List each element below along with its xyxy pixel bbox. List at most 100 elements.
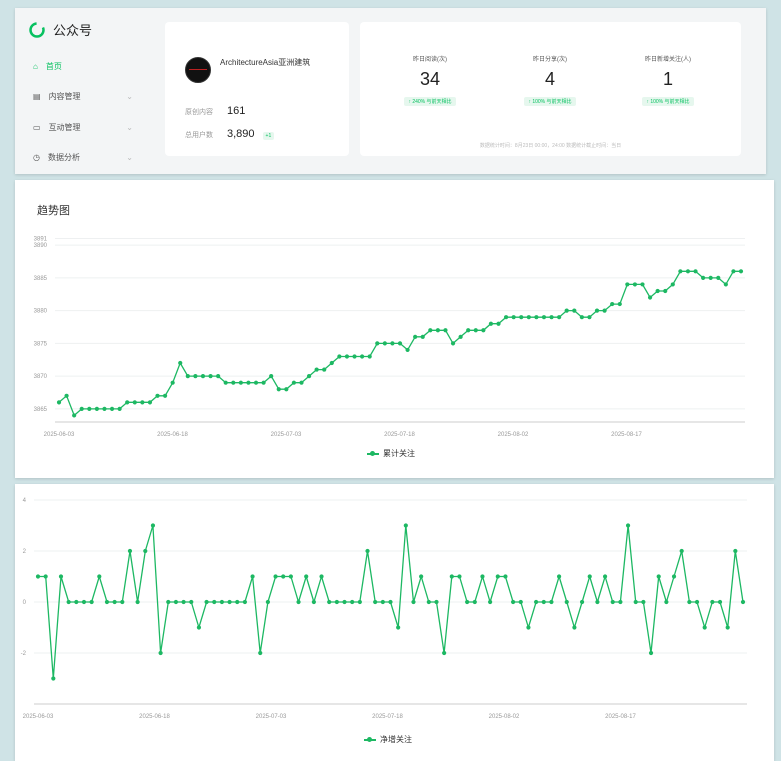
stat-new-followers[interactable]: 昨日新增关注(人) 1 ↑ 100% 与前天相比 (623, 54, 713, 108)
data-point (135, 599, 140, 605)
avatar[interactable] (185, 57, 211, 83)
data-point (258, 650, 263, 656)
x-tick-label: 2025-08-02 (489, 714, 520, 720)
data-point (405, 347, 410, 353)
data-point (223, 380, 228, 385)
data-point (367, 354, 372, 359)
data-point (231, 380, 236, 385)
sidebar-item-analytics[interactable]: ◷ 数据分析 ⌄ (33, 152, 133, 163)
data-point (625, 523, 631, 528)
data-point (56, 400, 62, 405)
data-point (189, 599, 194, 605)
data-point (72, 413, 77, 418)
y-tick-label: -2 (21, 651, 27, 657)
data-point (204, 599, 209, 605)
legend-label: 累计关注 (383, 449, 415, 458)
data-point (120, 599, 125, 605)
data-point (610, 301, 615, 307)
data-point (125, 400, 130, 405)
data-point (618, 599, 623, 605)
stat-shares[interactable]: 昨日分享(次) 4 ↑ 100% 与前天相比 (505, 54, 595, 108)
data-point (269, 374, 274, 379)
data-point (473, 328, 478, 333)
data-point (102, 406, 107, 411)
data-point (723, 282, 728, 287)
wechat-mp-logo-icon (29, 21, 45, 38)
stat-reads[interactable]: 昨日阅读(次) 34 ↑ 240% 与前天相比 (385, 54, 475, 108)
data-point (495, 574, 500, 579)
data-point (350, 599, 355, 605)
data-point (678, 269, 683, 274)
data-point (365, 548, 370, 554)
data-point (314, 367, 319, 372)
data-point (572, 308, 577, 313)
data-point (480, 574, 485, 579)
data-point (511, 599, 516, 605)
data-point (738, 269, 744, 274)
data-point (442, 650, 447, 656)
data-point (434, 599, 439, 605)
data-point (519, 315, 524, 320)
data-point (595, 599, 600, 605)
data-point (396, 625, 401, 630)
data-point (419, 574, 424, 579)
data-point (428, 328, 433, 333)
data-point (549, 315, 554, 320)
data-point (291, 380, 297, 385)
data-point (117, 406, 122, 411)
data-point (337, 354, 342, 359)
legend-label: 净增关注 (380, 735, 412, 744)
data-point (488, 599, 493, 605)
data-point (227, 599, 232, 605)
data-point (731, 269, 736, 274)
data-point (503, 315, 509, 320)
sidebar-item-content[interactable]: ▤ 内容管理 ⌄ (33, 91, 133, 102)
x-tick-label: 2025-08-17 (605, 714, 636, 720)
data-point (526, 625, 531, 630)
data-point (466, 328, 471, 333)
brand[interactable]: 公众号 (29, 20, 92, 39)
x-tick-label: 2025-07-03 (256, 714, 287, 720)
cumulative-followers-chart[interactable]: 3865 3870 3875 3880 3885 38903891 2025-06-03 20… (15, 180, 774, 478)
data-point (196, 625, 202, 630)
data-point (579, 315, 584, 320)
sidebar-item-label: 内容管理 (48, 92, 81, 101)
data-point (426, 599, 431, 605)
data-point (564, 599, 569, 605)
net-followers-chart[interactable]: -2 0 2 4 2025-06-03 2025-06-18 2025-07-03 2025-… (15, 484, 774, 761)
sidebar-item-home[interactable]: ⌂ 首页 (33, 61, 133, 72)
data-point (181, 599, 186, 605)
data-point (664, 599, 669, 605)
data-point (685, 269, 691, 274)
account-name[interactable]: ArchitectureAsia亚洲建筑 (220, 57, 310, 68)
chart-legend[interactable]: 净增关注 (364, 734, 412, 745)
document-icon: ▤ (33, 92, 41, 101)
data-point (693, 269, 698, 274)
data-point (319, 574, 324, 579)
data-point (647, 295, 653, 300)
data-point (162, 393, 168, 398)
chart-legend[interactable]: 累计关注 (367, 448, 415, 459)
data-point (357, 599, 362, 605)
x-tick-label: 2025-06-03 (44, 432, 75, 438)
data-point (655, 288, 660, 294)
data-point (641, 599, 646, 605)
data-point (465, 599, 470, 605)
data-point (557, 315, 562, 320)
data-point (200, 374, 206, 379)
data-point (43, 574, 48, 579)
x-tick-label: 2025-08-17 (611, 432, 642, 438)
data-point (740, 599, 746, 605)
content-count-value: 161 (227, 105, 246, 117)
data-point (304, 574, 309, 579)
y-tick-label: 3865 (34, 407, 48, 413)
data-point (403, 523, 408, 528)
data-point (35, 574, 41, 579)
x-tick-label: 2025-06-18 (157, 432, 188, 438)
data-point (81, 599, 87, 605)
data-point (329, 360, 334, 366)
clock-icon: ◷ (33, 153, 40, 162)
stat-label: 昨日新增关注(人) (645, 57, 691, 63)
sidebar-item-interaction[interactable]: ▭ 互动管理 ⌄ (33, 122, 133, 133)
data-point (296, 599, 301, 605)
